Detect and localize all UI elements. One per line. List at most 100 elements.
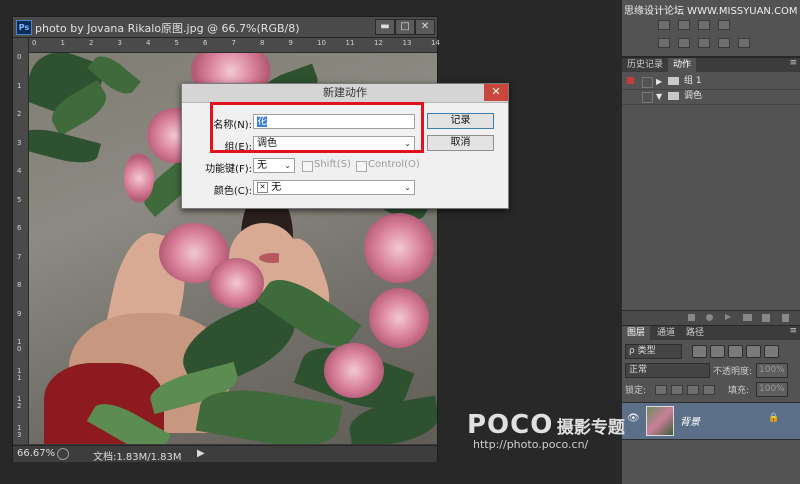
zoom-level[interactable]: 66.67% <box>17 448 55 459</box>
ruler-tick-label: 10 <box>17 338 22 353</box>
panel-menu-icon[interactable]: ≡ <box>789 326 797 336</box>
actions-panel[interactable]: 历史记录 动作 ≡ ▶ 组 1 ▼ 调色 ▶ <box>621 58 800 325</box>
ruler-tick-label: 10 <box>317 39 326 47</box>
adjust-icon[interactable] <box>678 20 690 30</box>
watermark-brand: POCO <box>467 410 554 440</box>
status-menu-arrow-icon[interactable]: ▶ <box>197 448 205 459</box>
lock-paint-icon[interactable] <box>671 385 683 395</box>
opacity-input[interactable]: 100% <box>756 363 788 378</box>
ruler-tick-label: 11 <box>345 39 355 47</box>
photoshop-icon: Ps <box>16 20 32 35</box>
adjust-icon[interactable] <box>658 38 670 48</box>
peony-flower <box>124 153 154 203</box>
adjust-icon[interactable] <box>678 38 690 48</box>
horizontal-ruler[interactable]: 0 1 2 3 4 5 6 7 8 9 10 11 12 13 14 <box>29 38 440 53</box>
minimize-button[interactable]: ▬ <box>375 19 395 35</box>
record-icon[interactable] <box>706 314 713 321</box>
stop-icon[interactable] <box>688 314 695 321</box>
actions-panel-tabbar: 历史记录 动作 ≡ <box>622 58 800 72</box>
layer-row-background[interactable]: 👁 背景 🔒 <box>622 402 800 440</box>
adjust-icon[interactable] <box>658 20 670 30</box>
chevron-down-icon[interactable]: ▼ <box>656 89 662 104</box>
lock-move-icon[interactable] <box>687 385 699 395</box>
ruler-tick-label: 2 <box>89 39 94 47</box>
restore-button[interactable]: □ <box>395 19 415 35</box>
ruler-tick-label: 11 <box>17 366 22 382</box>
ruler-tick-label: 9 <box>17 309 22 318</box>
ruler-tick-label: 8 <box>17 281 22 289</box>
ruler-tick-label: 13 <box>17 423 22 439</box>
layer-name[interactable]: 背景 <box>680 413 700 428</box>
close-window-button[interactable]: ✕ <box>415 19 435 35</box>
chevron-down-icon: ⌄ <box>404 183 411 192</box>
folder-icon <box>668 92 679 100</box>
layer-thumbnail <box>646 406 674 436</box>
shift-label: Shift(S) <box>314 159 351 170</box>
ruler-tick-label: 1 <box>17 81 22 90</box>
function-key-select[interactable]: 无 ⌄ <box>253 158 295 173</box>
chevron-down-icon: ⌄ <box>284 161 291 170</box>
ruler-tick-label: 3 <box>17 138 22 147</box>
peony-flower <box>364 213 434 283</box>
lock-all-icon[interactable] <box>703 385 715 395</box>
trash-icon[interactable] <box>782 314 789 322</box>
color-select[interactable]: ✕ 无 ⌄ <box>253 180 415 195</box>
filter-adjust-icon[interactable] <box>710 345 725 358</box>
tab-layers[interactable]: 图层 <box>622 326 651 340</box>
filter-shape-icon[interactable] <box>746 345 761 358</box>
lock-pixels-icon[interactable] <box>655 385 667 395</box>
ruler-tick-label: 5 <box>174 39 179 47</box>
eye-icon[interactable]: 👁 <box>627 413 640 424</box>
filter-smart-icon[interactable] <box>764 345 779 358</box>
adjust-icon[interactable] <box>718 38 730 48</box>
tab-actions[interactable]: 动作 <box>668 58 697 72</box>
adjust-icon[interactable] <box>698 20 710 30</box>
control-checkbox[interactable] <box>356 161 367 172</box>
poco-watermark: POCO 摄影专题 http://photo.poco.cn/ <box>467 410 625 451</box>
adjustments-panel: 思缘设计论坛 WWW.MISSYUAN.COM <box>621 0 800 56</box>
adjust-icon[interactable] <box>698 38 710 48</box>
adjust-icon[interactable] <box>718 20 730 30</box>
ruler-tick-label: 3 <box>117 39 122 47</box>
status-bar: 66.67% 文档:1.83M/1.83M ▶ <box>13 445 437 463</box>
tab-paths[interactable]: 路径 <box>681 326 709 340</box>
cancel-button[interactable]: 取消 <box>427 135 494 151</box>
highlight-annotation <box>210 102 424 153</box>
action-set-row[interactable]: ▶ 组 1 <box>622 74 800 90</box>
filter-text-icon[interactable] <box>728 345 743 358</box>
actions-footer: ▶ <box>622 310 800 325</box>
fill-input[interactable]: 100% <box>756 382 788 397</box>
record-button[interactable]: 记录 <box>427 113 494 129</box>
vertical-ruler[interactable]: 0 1 2 3 4 5 6 7 8 9 10 11 12 13 <box>13 38 29 444</box>
layer-kind-filter[interactable]: ρ 类型 <box>625 344 682 359</box>
ruler-tick-label: 5 <box>17 195 22 204</box>
dialog-close-button[interactable]: ✕ <box>484 84 508 101</box>
dialog-toggle-icon[interactable] <box>642 77 653 88</box>
ruler-tick-label: 2 <box>17 110 22 118</box>
layers-panel[interactable]: 图层 通道 路径 ≡ ρ 类型 正常 不透明度: 100% 锁定: 填充: 10… <box>621 326 800 484</box>
tab-history[interactable]: 历史记录 <box>622 58 668 72</box>
new-set-icon[interactable] <box>743 314 752 321</box>
action-set-label: 组 1 <box>684 76 702 86</box>
layers-panel-tabbar: 图层 通道 路径 ≡ <box>622 326 800 340</box>
adjust-icon[interactable] <box>738 38 750 48</box>
toggle-check-icon[interactable] <box>627 77 634 84</box>
play-icon[interactable]: ▶ <box>725 312 731 321</box>
ruler-tick-label: 9 <box>288 39 293 47</box>
document-title-bar[interactable]: Ps photo by Jovana Rikalo原图.jpg @ 66.7%(… <box>13 17 437 38</box>
tab-channels[interactable]: 通道 <box>652 326 680 340</box>
filter-pixel-icon[interactable] <box>692 345 707 358</box>
ruler-tick-label: 0 <box>17 53 22 61</box>
ruler-tick-label: 12 <box>17 395 22 410</box>
ruler-tick-label: 4 <box>146 39 151 47</box>
dialog-toggle-icon[interactable] <box>642 92 653 103</box>
ruler-tick-label: 14 <box>431 39 440 47</box>
ruler-tick-label: 7 <box>17 252 22 261</box>
blend-mode-select[interactable]: 正常 <box>625 363 710 378</box>
chevron-right-icon[interactable]: ▶ <box>656 74 662 89</box>
status-info-icon[interactable] <box>57 448 69 460</box>
new-action-icon[interactable] <box>762 314 770 322</box>
action-set-row[interactable]: ▼ 调色 <box>622 89 800 105</box>
shift-checkbox[interactable] <box>302 161 313 172</box>
panel-menu-icon[interactable]: ≡ <box>789 58 797 68</box>
